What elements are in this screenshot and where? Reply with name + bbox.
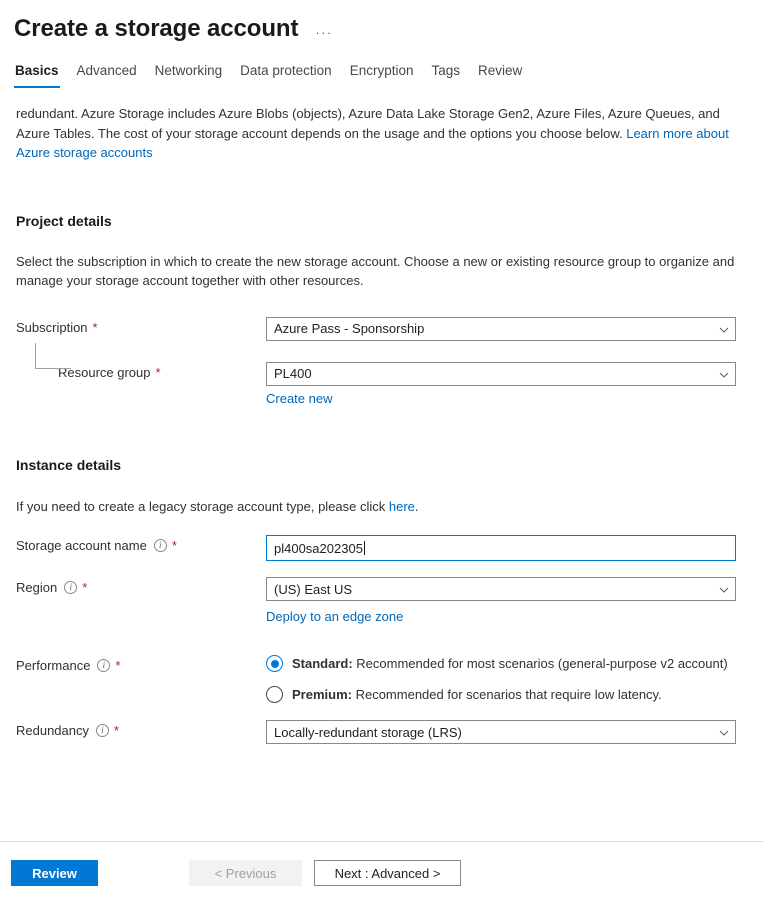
subscription-row: Subscription * Azure Pass - Sponsorship <box>16 316 748 341</box>
resource-group-dropdown[interactable]: PL400 <box>266 361 736 386</box>
info-icon[interactable]: i <box>96 724 109 737</box>
info-icon[interactable]: i <box>64 581 78 594</box>
subscription-value: Azure Pass - Sponsorship <box>274 321 425 336</box>
subscription-field: Azure Pass - Sponsorship <box>266 316 748 341</box>
storage-account-name-label: Storage account name <box>16 538 147 553</box>
resource-group-row: Resource group * PL400 Create new <box>16 342 748 406</box>
intro-paragraph: redundant. Azure Storage includes Azure … <box>16 104 748 163</box>
performance-option-standard[interactable]: Standard: Recommended for most scenarios… <box>266 655 748 672</box>
tab-review[interactable]: Review <box>469 62 531 88</box>
more-options-button[interactable]: ··· <box>312 26 335 40</box>
form-content: redundant. Azure Storage includes Azure … <box>0 104 764 744</box>
storage-account-name-input[interactable]: pl400sa202305 <box>266 535 736 561</box>
page-title: Create a storage account <box>14 15 299 42</box>
storage-account-name-required-asterisk: * <box>171 538 177 553</box>
chevron-down-icon <box>719 585 729 593</box>
resource-group-label: Resource group <box>58 364 151 380</box>
resource-group-required-asterisk: * <box>155 364 161 380</box>
legacy-note-text-before: If you need to create a legacy storage a… <box>16 498 389 514</box>
redundancy-row: Redundancy i * Locally-redundant storage… <box>16 720 748 744</box>
next-advanced-button[interactable]: Next : Advanced > <box>314 860 461 886</box>
subscription-label: Subscription <box>16 319 88 335</box>
chevron-down-icon <box>719 325 729 333</box>
subscription-dropdown[interactable]: Azure Pass - Sponsorship <box>266 316 736 341</box>
performance-premium-bold: Premium: <box>292 687 352 702</box>
storage-account-name-value: pl400sa202305 <box>274 540 363 556</box>
performance-option-premium[interactable]: Premium: Recommended for scenarios that … <box>266 686 748 703</box>
performance-options: Standard: Recommended for most scenarios… <box>266 655 748 703</box>
legacy-here-link[interactable]: here <box>389 499 415 514</box>
subscription-required-asterisk: * <box>92 319 98 335</box>
performance-label-group: Performance i * <box>16 655 266 673</box>
region-label-group: Region i * <box>16 577 266 595</box>
chevron-down-icon <box>719 370 729 378</box>
tab-advanced[interactable]: Advanced <box>68 62 146 88</box>
tab-bar: Basics Advanced Networking Data protecti… <box>0 58 764 88</box>
info-icon[interactable]: i <box>153 539 167 552</box>
page-header: Create a storage account ··· <box>0 0 764 46</box>
create-new-resource-group-link[interactable]: Create new <box>266 391 332 406</box>
radio-premium[interactable] <box>266 686 283 703</box>
performance-premium-label: Premium: Recommended for scenarios that … <box>292 687 662 702</box>
legacy-note-text-after: . <box>414 498 419 514</box>
performance-required-asterisk: * <box>115 658 121 673</box>
tab-tags[interactable]: Tags <box>422 62 469 88</box>
region-label: Region <box>16 580 58 595</box>
footer-action-bar: Review < Previous Next : Advanced > <box>0 841 764 904</box>
edge-zone-link-wrapper: Deploy to an edge zone <box>266 609 748 624</box>
performance-standard-bold: Standard: <box>292 656 353 671</box>
deploy-edge-zone-link[interactable]: Deploy to an edge zone <box>266 609 403 624</box>
redundancy-label: Redundancy <box>16 723 89 738</box>
redundancy-value: Locally-redundant storage (LRS) <box>274 724 462 740</box>
performance-standard-text: Recommended for most scenarios (general-… <box>352 656 728 671</box>
radio-standard[interactable] <box>266 655 283 672</box>
tree-connector-line <box>35 342 71 369</box>
redundancy-field: Locally-redundant storage (LRS) <box>266 720 748 744</box>
project-details-description: Select the subscription in which to crea… <box>16 253 735 289</box>
storage-account-name-label-group: Storage account name i * <box>16 535 266 553</box>
subscription-label-group: Subscription * <box>16 317 266 335</box>
storage-account-name-field: pl400sa202305 <box>266 535 748 561</box>
region-required-asterisk: * <box>82 580 88 595</box>
performance-label: Performance <box>16 658 91 673</box>
resource-group-value: PL400 <box>274 366 312 381</box>
redundancy-required-asterisk: * <box>114 723 120 738</box>
redundancy-dropdown[interactable]: Locally-redundant storage (LRS) <box>266 720 736 744</box>
create-new-link-wrapper: Create new <box>266 391 748 406</box>
region-field: (US) East US Deploy to an edge zone <box>266 577 748 624</box>
instance-details-heading: Instance details <box>16 456 122 473</box>
tab-data-protection[interactable]: Data protection <box>231 62 341 88</box>
previous-button: < Previous <box>189 860 302 886</box>
tab-basics[interactable]: Basics <box>6 62 68 88</box>
tab-encryption[interactable]: Encryption <box>341 62 423 88</box>
performance-row: Performance i * Standard: Recommended fo… <box>16 655 748 703</box>
redundancy-label-group: Redundancy i * <box>16 720 266 738</box>
performance-premium-text: Recommended for scenarios that require l… <box>351 687 662 702</box>
resource-group-field: PL400 Create new <box>266 361 748 406</box>
chevron-down-icon <box>719 728 729 736</box>
text-caret <box>363 541 365 555</box>
project-details-heading: Project details <box>16 212 112 229</box>
legacy-note: If you need to create a legacy storage a… <box>16 497 742 517</box>
tab-networking[interactable]: Networking <box>146 62 232 88</box>
region-value: (US) East US <box>274 581 353 597</box>
region-dropdown[interactable]: (US) East US <box>266 577 736 601</box>
storage-account-name-row: Storage account name i * pl400sa202305 <box>16 535 748 561</box>
region-row: Region i * (US) East US Deploy to an edg… <box>16 577 748 624</box>
performance-standard-label: Standard: Recommended for most scenarios… <box>292 656 728 671</box>
info-icon[interactable]: i <box>97 659 111 672</box>
review-button[interactable]: Review <box>11 860 98 886</box>
intro-text: redundant. Azure Storage includes Azure … <box>16 106 720 141</box>
